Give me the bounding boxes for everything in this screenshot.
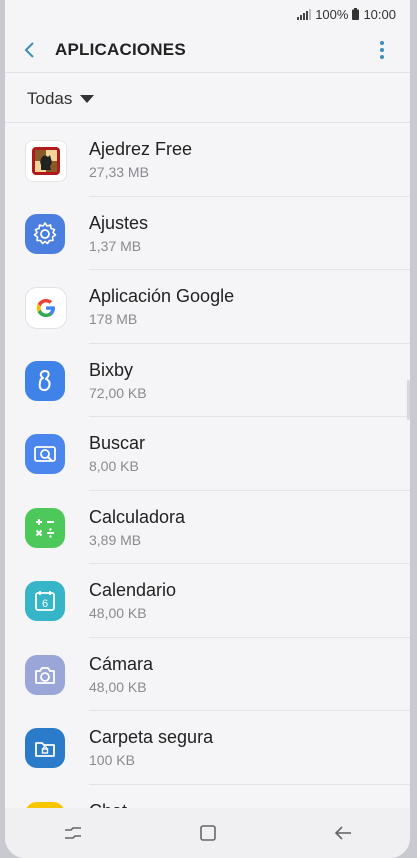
app-row-ajedrez[interactable]: Ajedrez Free 27,33 MB [5, 123, 410, 197]
status-bar: 100% 10:00 [5, 0, 410, 28]
home-square-icon [199, 825, 216, 841]
calculator-icon [25, 507, 65, 548]
filter-label: Todas [27, 89, 73, 108]
filter-dropdown[interactable]: Todas [27, 84, 95, 114]
app-list: Ajedrez Free 27,33 MB Ajustes 1,37 MB Ap… [5, 123, 410, 858]
app-name: Bixby [89, 359, 134, 380]
app-size: 48,00 KB [89, 678, 147, 695]
navigation-bar [5, 808, 410, 858]
back-button[interactable] [7, 28, 51, 72]
app-size: 48,00 KB [89, 605, 147, 621]
app-name: Ajustes [89, 212, 149, 233]
page-title: APLICACIONES [55, 40, 186, 59]
recent-apps-icon [64, 827, 81, 839]
app-texts: Ajedrez Free 27,33 MB [89, 138, 192, 182]
app-texts: Cámara 48,00 KB [89, 653, 153, 697]
app-row-buscar[interactable]: Buscar 8,00 KB [5, 417, 410, 491]
app-size: 100 KB [89, 752, 135, 768]
bixby-icon [25, 360, 65, 401]
calendar-icon: 6 [25, 581, 65, 621]
app-size: 27,33 MB [89, 164, 149, 180]
app-name: Buscar [89, 433, 146, 453]
scrollbar[interactable] [407, 380, 410, 420]
app-size: 3,89 MB [89, 531, 142, 548]
app-row-google[interactable]: Aplicación Google 178 MB [5, 270, 410, 344]
battery-icon [352, 8, 360, 20]
battery-percent: 100% [315, 6, 349, 22]
clock: 10:00 [363, 6, 396, 22]
app-size: 178 MB [89, 311, 138, 327]
app-texts: Calendario 48,00 KB [89, 579, 176, 623]
app-name: Carpeta segura [89, 727, 214, 747]
app-row-camara[interactable]: Cámara 48,00 KB [5, 638, 410, 711]
search-icon [25, 434, 65, 474]
svg-text:6: 6 [42, 598, 48, 610]
back-nav-button[interactable] [323, 813, 363, 853]
camera-icon [25, 654, 65, 695]
more-vert-icon [380, 41, 384, 59]
app-name: Calculadora [89, 506, 186, 527]
app-row-calendario[interactable]: 6 Calendario 48,00 KB [5, 564, 410, 638]
google-g-icon [25, 287, 67, 329]
app-size: 1,37 MB [89, 237, 142, 254]
recent-apps-button[interactable] [53, 813, 93, 853]
app-size: 72,00 KB [89, 384, 147, 401]
app-bar: APLICACIONES [5, 28, 410, 72]
app-texts: Buscar 8,00 KB [89, 432, 145, 476]
settings-gear-icon [25, 213, 65, 254]
header-divider [5, 72, 410, 73]
app-row-calculadora[interactable]: Calculadora 3,89 MB [5, 491, 410, 564]
app-row-carpeta-segura[interactable]: Carpeta segura 100 KB [5, 711, 410, 785]
more-options-button[interactable] [368, 36, 396, 64]
app-name: Cámara [89, 653, 154, 674]
chevron-left-icon [24, 42, 34, 58]
app-size: 8,00 KB [89, 458, 139, 474]
app-name: Aplicación Google [89, 286, 235, 306]
app-texts: Carpeta segura 100 KB [89, 726, 213, 770]
signal-icon [297, 8, 312, 20]
secure-folder-icon [25, 728, 65, 768]
caret-down-icon [80, 95, 95, 103]
app-row-ajustes[interactable]: Ajustes 1,37 MB [5, 197, 410, 270]
app-texts: Ajustes 1,37 MB [89, 212, 148, 256]
app-name: Calendario [89, 580, 177, 600]
screen: 100% 10:00 APLICACIONES Todas Ajedrez Fr… [5, 0, 410, 858]
app-name: Ajedrez Free [89, 139, 193, 159]
app-texts: Aplicación Google 178 MB [89, 285, 234, 329]
home-button[interactable] [188, 813, 228, 853]
app-texts: Calculadora 3,89 MB [89, 506, 185, 550]
app-texts: Bixby 72,00 KB [89, 359, 147, 403]
app-row-bixby[interactable]: Bixby 72,00 KB [5, 344, 410, 417]
chess-icon [25, 140, 67, 182]
back-arrow-icon [334, 826, 351, 840]
